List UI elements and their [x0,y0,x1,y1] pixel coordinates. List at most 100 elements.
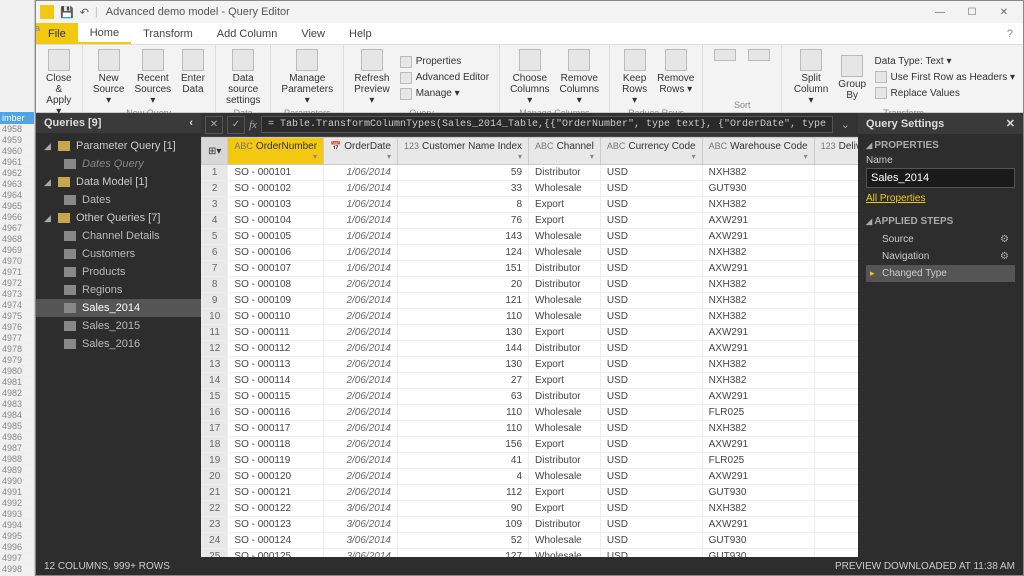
table-row[interactable]: 16SO - 0001162/06/2014110WholesaleUSDFLR… [202,405,859,421]
manage-query-button[interactable]: Manage ▾ [396,86,493,102]
table-row[interactable]: 20SO - 0001202/06/20144WholesaleUSDAXW29… [202,469,859,485]
column-header[interactable]: ABCCurrency Code▾ [600,138,702,165]
qat-undo-icon[interactable]: ↶ [80,6,89,19]
table-row[interactable]: 13SO - 0001132/06/2014130ExportUSDNXH382 [202,357,859,373]
table-row[interactable]: 15SO - 0001152/06/201463DistributorUSDAX… [202,389,859,405]
close-settings-icon[interactable]: ✕ [1006,117,1015,130]
query-group[interactable]: ◢Parameter Query [1] [36,137,201,155]
query-item[interactable]: Dates Query [36,155,201,173]
close-apply-button[interactable]: Close & Apply ▾ [42,47,76,119]
query-item[interactable]: Products [36,263,201,281]
qat-save-icon[interactable]: 💾 [60,6,74,19]
query-item[interactable]: Customers [36,245,201,263]
all-properties-link[interactable]: All Properties [866,193,925,204]
split-column-button[interactable]: Split Column ▾ [788,47,834,108]
table-row[interactable]: 11SO - 0001112/06/2014130ExportUSDAXW291 [202,325,859,341]
table-row[interactable]: 18SO - 0001182/06/2014156ExportUSDAXW291 [202,437,859,453]
query-group[interactable]: ◢Other Queries [7] [36,209,201,227]
ext-row: 4991 [0,487,34,498]
minimize-button[interactable]: — [925,3,955,21]
ext-row: 4984 [0,410,34,421]
table-row[interactable]: 22SO - 0001223/06/201490ExportUSDNXH382 [202,501,859,517]
remove-rows-button[interactable]: Remove Rows ▾ [655,47,696,108]
ext-row: 4965 [0,201,34,212]
applied-step[interactable]: Source⚙ [866,231,1015,248]
recent-sources-button[interactable]: Recent Sources ▾ [131,47,175,108]
table-row[interactable]: 21SO - 0001212/06/2014112ExportUSDGUT930 [202,485,859,501]
column-header[interactable]: ABCOrderNumber▾ [228,138,324,165]
tab-transform[interactable]: Transform [131,23,205,44]
column-header[interactable]: 📅OrderDate▾ [324,138,398,165]
sort-asc-button[interactable] [709,47,741,65]
sort-desc-button[interactable] [743,47,775,65]
table-row[interactable]: 25SO - 0001253/06/2014127WholesaleUSDGUT… [202,549,859,558]
enter-data-button[interactable]: Enter Data [177,47,209,108]
table-row[interactable]: 4SO - 0001041/06/201476ExportUSDAXW291 [202,213,859,229]
table-row[interactable]: 23SO - 0001233/06/2014109DistributorUSDA… [202,517,859,533]
query-group[interactable]: ◢Data Model [1] [36,173,201,191]
table-row[interactable]: 7SO - 0001071/06/2014151DistributorUSDAX… [202,261,859,277]
formula-input[interactable] [261,116,833,133]
table-row[interactable]: 2SO - 0001021/06/201433WholesaleUSDGUT93… [202,181,859,197]
ext-col-header: imber [0,112,34,124]
help-icon[interactable]: ? [995,23,1023,44]
properties-button[interactable]: Properties [396,54,493,70]
tab-add-column[interactable]: Add Column [205,23,290,44]
table-row[interactable]: 6SO - 0001061/06/2014124WholesaleUSDNXH3… [202,245,859,261]
fx-icon[interactable]: fx [249,119,257,131]
table-row[interactable]: 14SO - 0001142/06/201427ExportUSDNXH382 [202,373,859,389]
formula-dropdown-icon[interactable]: ⌄ [837,118,854,131]
cancel-formula-button[interactable]: ✕ [205,116,223,134]
table-row[interactable]: 5SO - 0001051/06/2014143WholesaleUSDAXW2… [202,229,859,245]
tab-file[interactable]: File [36,23,78,44]
applied-step[interactable]: Changed Type [866,265,1015,282]
applied-step[interactable]: Navigation⚙ [866,248,1015,265]
query-item[interactable]: Sales_2016 [36,335,201,353]
column-header[interactable]: ABCChannel▾ [529,138,601,165]
maximize-button[interactable]: ☐ [957,3,987,21]
column-header[interactable]: 123Customer Name Index▾ [397,138,528,165]
table-row[interactable]: 10SO - 0001102/06/2014110WholesaleUSDNXH… [202,309,859,325]
table-row[interactable]: 12SO - 0001122/06/2014144DistributorUSDA… [202,341,859,357]
column-header[interactable]: 123Delivery Region▾ [814,138,858,165]
manage-parameters-button[interactable]: Manage Parameters ▾ [277,47,337,108]
data-grid[interactable]: ⊞▾ABCOrderNumber▾📅OrderDate▾123Customer … [201,137,858,557]
group-by-button[interactable]: Group By [836,53,869,103]
table-row[interactable]: 24SO - 0001243/06/201452WholesaleUSDGUT9… [202,533,859,549]
data-type-dropdown[interactable]: Data Type: Text ▾ [871,54,1020,69]
query-item[interactable]: Channel Details [36,227,201,245]
replace-values-button[interactable]: Replace Values [871,85,1020,101]
new-source-button[interactable]: New Source ▾ [89,47,129,108]
query-item[interactable]: Sales_2015 [36,317,201,335]
column-header[interactable]: ABCWarehouse Code▾ [702,138,814,165]
tab-view[interactable]: View [289,23,337,44]
table-row[interactable]: 9SO - 0001092/06/2014121WholesaleUSDNXH3… [202,293,859,309]
keep-rows-button[interactable]: Keep Rows ▾ [616,47,653,108]
query-item[interactable]: Dates [36,191,201,209]
properties-section-title: PROPERTIES [866,140,1015,151]
accept-formula-button[interactable]: ✓ [227,116,245,134]
remove-columns-button[interactable]: Remove Columns ▾ [556,47,603,108]
close-button[interactable]: ✕ [989,3,1019,21]
advanced-editor-button[interactable]: Advanced Editor [396,70,493,86]
query-item[interactable]: Sales_2014 [36,299,201,317]
tab-home[interactable]: Home [78,23,131,44]
tab-help[interactable]: Help [337,23,384,44]
refresh-preview-button[interactable]: Refresh Preview ▾ [350,47,394,108]
data-source-settings-button[interactable]: Data source settings [222,47,264,108]
table-row[interactable]: 3SO - 0001031/06/20148ExportUSDNXH382 [202,197,859,213]
table-row[interactable]: 8SO - 0001082/06/201420DistributorUSDNXH… [202,277,859,293]
choose-columns-button[interactable]: Choose Columns ▾ [506,47,553,108]
ext-row: 4978 [0,344,34,355]
table-row[interactable]: 1SO - 0001011/06/201459DistributorUSDNXH… [202,165,859,181]
ext-row: 4968 [0,234,34,245]
row-header-corner[interactable]: ⊞▾ [202,138,228,165]
table-row[interactable]: 19SO - 0001192/06/201441DistributorUSDFL… [202,453,859,469]
collapse-queries-icon[interactable]: ‹ [189,117,193,129]
table-row[interactable]: 17SO - 0001172/06/2014110WholesaleUSDNXH… [202,421,859,437]
query-name-input[interactable] [866,168,1015,188]
first-row-headers-button[interactable]: Use First Row as Headers ▾ [871,69,1020,85]
gear-icon[interactable]: ⚙ [1000,251,1009,262]
query-item[interactable]: Regions [36,281,201,299]
gear-icon[interactable]: ⚙ [1000,234,1009,245]
